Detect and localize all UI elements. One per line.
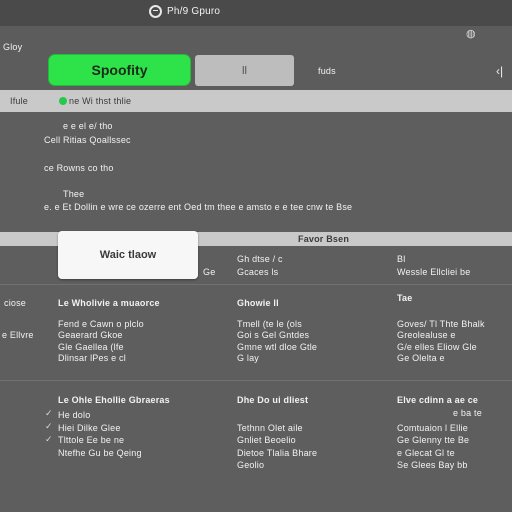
- cell: Gnliet Beoelio: [237, 435, 296, 445]
- note-line: e. e Et Dollin e wre ce ozerre ent Oed t…: [44, 202, 353, 212]
- cell: Tlttole Ee be ne: [58, 435, 125, 445]
- cell: Tethnn Olet aile: [237, 423, 303, 433]
- show-button[interactable]: Waic tlaow: [58, 231, 198, 279]
- cell: Fend e Cawn o plclo: [58, 319, 144, 329]
- divider: [0, 380, 512, 381]
- window-title: Ph/9 Gpuro: [167, 6, 221, 17]
- column-head: Ghowie ll: [237, 298, 279, 308]
- checkbox-icon[interactable]: ✓: [45, 421, 53, 432]
- cell: Geaerard Gkoe: [58, 330, 123, 340]
- cell: Greolealuse e: [397, 330, 456, 340]
- cell: Ge Glenny tte Be: [397, 435, 470, 445]
- status-dot-icon: [59, 97, 67, 105]
- cell: Goves/ Tl Thte Bhalk: [397, 319, 485, 329]
- cell: Geolio: [237, 460, 265, 470]
- cell: Hiei Dilke Glee: [58, 423, 121, 433]
- cell: Se Glees Bay bb: [397, 460, 468, 470]
- nav-label[interactable]: Ifule: [10, 96, 28, 107]
- cell: e Glecat Gl te: [397, 448, 455, 458]
- secondary-button[interactable]: ‖: [195, 55, 294, 86]
- table-header-label: Favor Bsen: [298, 234, 350, 244]
- checkbox-icon[interactable]: ✓: [45, 408, 53, 419]
- column-head: Elve cdinn a ae ce: [397, 395, 479, 405]
- column-sub: Gcaces ls: [237, 267, 279, 277]
- cell: G/e elles Eliow Gle: [397, 342, 477, 352]
- cell: G lay: [237, 353, 260, 363]
- cell: Dlinsar lPes e cl: [58, 353, 126, 363]
- column-sub: e ba te: [453, 408, 482, 418]
- note-line: Thee: [63, 189, 85, 199]
- column-head: Bl: [397, 254, 406, 264]
- column-head: Gh dtse / c: [237, 254, 283, 264]
- column-head: Tae: [397, 293, 413, 303]
- column-head: Le Wholivie a muaorce: [58, 298, 160, 308]
- menu-label[interactable]: Gloy: [3, 42, 22, 53]
- row-label: Ge: [203, 267, 216, 277]
- address-text[interactable]: ne Wi thst thlie: [69, 96, 131, 107]
- column-head: Dhe Do ui dliest: [237, 395, 309, 405]
- more-dots-icon[interactable]: ◍: [466, 27, 476, 40]
- cell: Goi s Gel Gntdes: [237, 330, 310, 340]
- column-sub: Wessle Ellcliei be: [397, 267, 471, 277]
- cell: Gle Gaellea (lfe: [58, 342, 124, 352]
- cell: Ntefhe Gu be Qeing: [58, 448, 142, 458]
- spotify-button[interactable]: Spoofity: [48, 54, 191, 86]
- divider: [0, 284, 512, 285]
- cell: He dolo: [58, 410, 91, 420]
- note-line: e e el e/ tho: [63, 121, 113, 131]
- cell: Comtuaion l Ellie: [397, 423, 468, 433]
- note-line: Cell Ritias Qoallssec: [44, 135, 131, 145]
- cell: Tmell (te le (ols: [237, 319, 302, 329]
- side-label: e Ellvre: [2, 330, 34, 340]
- column-head: Le Ohle Ehollie Gbraeras: [58, 395, 170, 405]
- spotify-logo-icon: [149, 5, 162, 18]
- cell: Gmne wtl dloe Gtle: [237, 342, 318, 352]
- note-line: ce Rowns co tho: [44, 163, 114, 173]
- cell: Ge Olelta e: [397, 353, 445, 363]
- title-bar: [0, 0, 512, 26]
- toolbar-link[interactable]: fuds: [318, 66, 336, 77]
- cell: Dietoe Tlalia Bhare: [237, 448, 318, 458]
- expand-icon[interactable]: ‹|: [496, 64, 503, 78]
- checkbox-icon[interactable]: ✓: [45, 434, 53, 445]
- side-label: ciose: [4, 298, 27, 308]
